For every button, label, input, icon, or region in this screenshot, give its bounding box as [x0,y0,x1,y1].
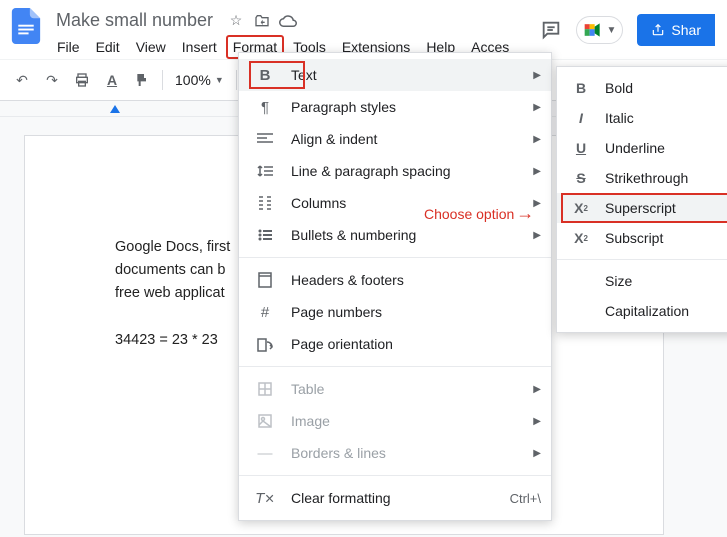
superscript-icon: X2 [571,200,591,216]
arrow-right-icon: → [516,203,534,224]
docs-logo[interactable] [8,8,44,44]
orientation-icon [255,334,275,354]
format-table: Table ▶ [239,373,551,405]
borders-icon: — [255,443,275,463]
text-submenu: B Bold I Italic U Underline S Strikethro… [556,66,727,333]
text-bold[interactable]: B Bold [557,73,727,103]
format-borders-lines: — Borders & lines ▶ [239,437,551,469]
strikethrough-icon: S [571,170,591,186]
star-icon[interactable]: ☆ [227,12,245,30]
share-button[interactable]: Shar [637,14,715,46]
chevron-right-icon: ▶ [533,70,541,81]
line-spacing-icon [255,161,275,181]
undo-button[interactable]: ↶ [8,66,36,94]
text-superscript[interactable]: X2 Superscript [557,193,727,223]
headers-icon [255,270,275,290]
text-strikethrough[interactable]: S Strikethrough [557,163,727,193]
redo-button[interactable]: ↷ [38,66,66,94]
move-icon[interactable] [253,12,271,30]
image-icon [255,411,275,431]
bold-icon: B [255,65,275,85]
format-dropdown: B Text ▶ ¶ Paragraph styles ▶ Align & in… [238,52,552,521]
bullets-icon [255,225,275,245]
format-image: Image ▶ [239,405,551,437]
underline-icon: U [571,140,591,156]
clear-format-icon: T✕ [255,488,275,508]
bold-icon: B [571,80,591,96]
format-headers-footers[interactable]: Headers & footers [239,264,551,296]
format-page-numbers[interactable]: # Page numbers [239,296,551,328]
columns-icon [255,193,275,213]
spellcheck-button[interactable]: A [98,66,126,94]
align-icon [255,129,275,149]
shortcut-label: Ctrl+\ [510,491,541,506]
menu-view[interactable]: View [129,35,173,59]
text-subscript[interactable]: X2 Subscript [557,223,727,253]
menu-edit[interactable]: Edit [89,35,127,59]
chevron-right-icon: ▶ [533,166,541,177]
table-icon [255,379,275,399]
format-text[interactable]: B Text ▶ [239,59,551,91]
format-align-indent[interactable]: Align & indent ▶ [239,123,551,155]
text-underline[interactable]: U Underline [557,133,727,163]
chevron-right-icon: ▶ [533,384,541,395]
chevron-right-icon: ▶ [533,134,541,145]
paint-format-button[interactable] [128,66,156,94]
chevron-right-icon: ▶ [533,230,541,241]
chevron-right-icon: ▶ [533,448,541,459]
hash-icon: # [255,302,275,322]
format-page-orientation[interactable]: Page orientation [239,328,551,360]
text-size[interactable]: Size [557,266,727,296]
meet-button[interactable]: ▼ [576,16,624,44]
chevron-right-icon: ▶ [533,102,541,113]
format-paragraph-styles[interactable]: ¶ Paragraph styles ▶ [239,91,551,123]
italic-icon: I [571,110,591,126]
print-button[interactable] [68,66,96,94]
paragraph-icon: ¶ [255,97,275,117]
comments-icon[interactable] [540,19,562,41]
cloud-icon[interactable] [279,12,297,30]
format-clear-formatting[interactable]: T✕ Clear formatting Ctrl+\ [239,482,551,514]
doc-title[interactable]: Make small number [50,8,219,33]
format-line-spacing[interactable]: Line & paragraph spacing ▶ [239,155,551,187]
subscript-icon: X2 [571,230,591,246]
text-capitalization[interactable]: Capitalization [557,296,727,326]
zoom-select[interactable]: 100%▼ [169,72,230,88]
text-italic[interactable]: I Italic [557,103,727,133]
annotation-label: Choose option→ [424,203,534,224]
menu-file[interactable]: File [50,35,87,59]
menu-insert[interactable]: Insert [175,35,224,59]
chevron-right-icon: ▶ [533,416,541,427]
chevron-right-icon: ▶ [533,198,541,209]
